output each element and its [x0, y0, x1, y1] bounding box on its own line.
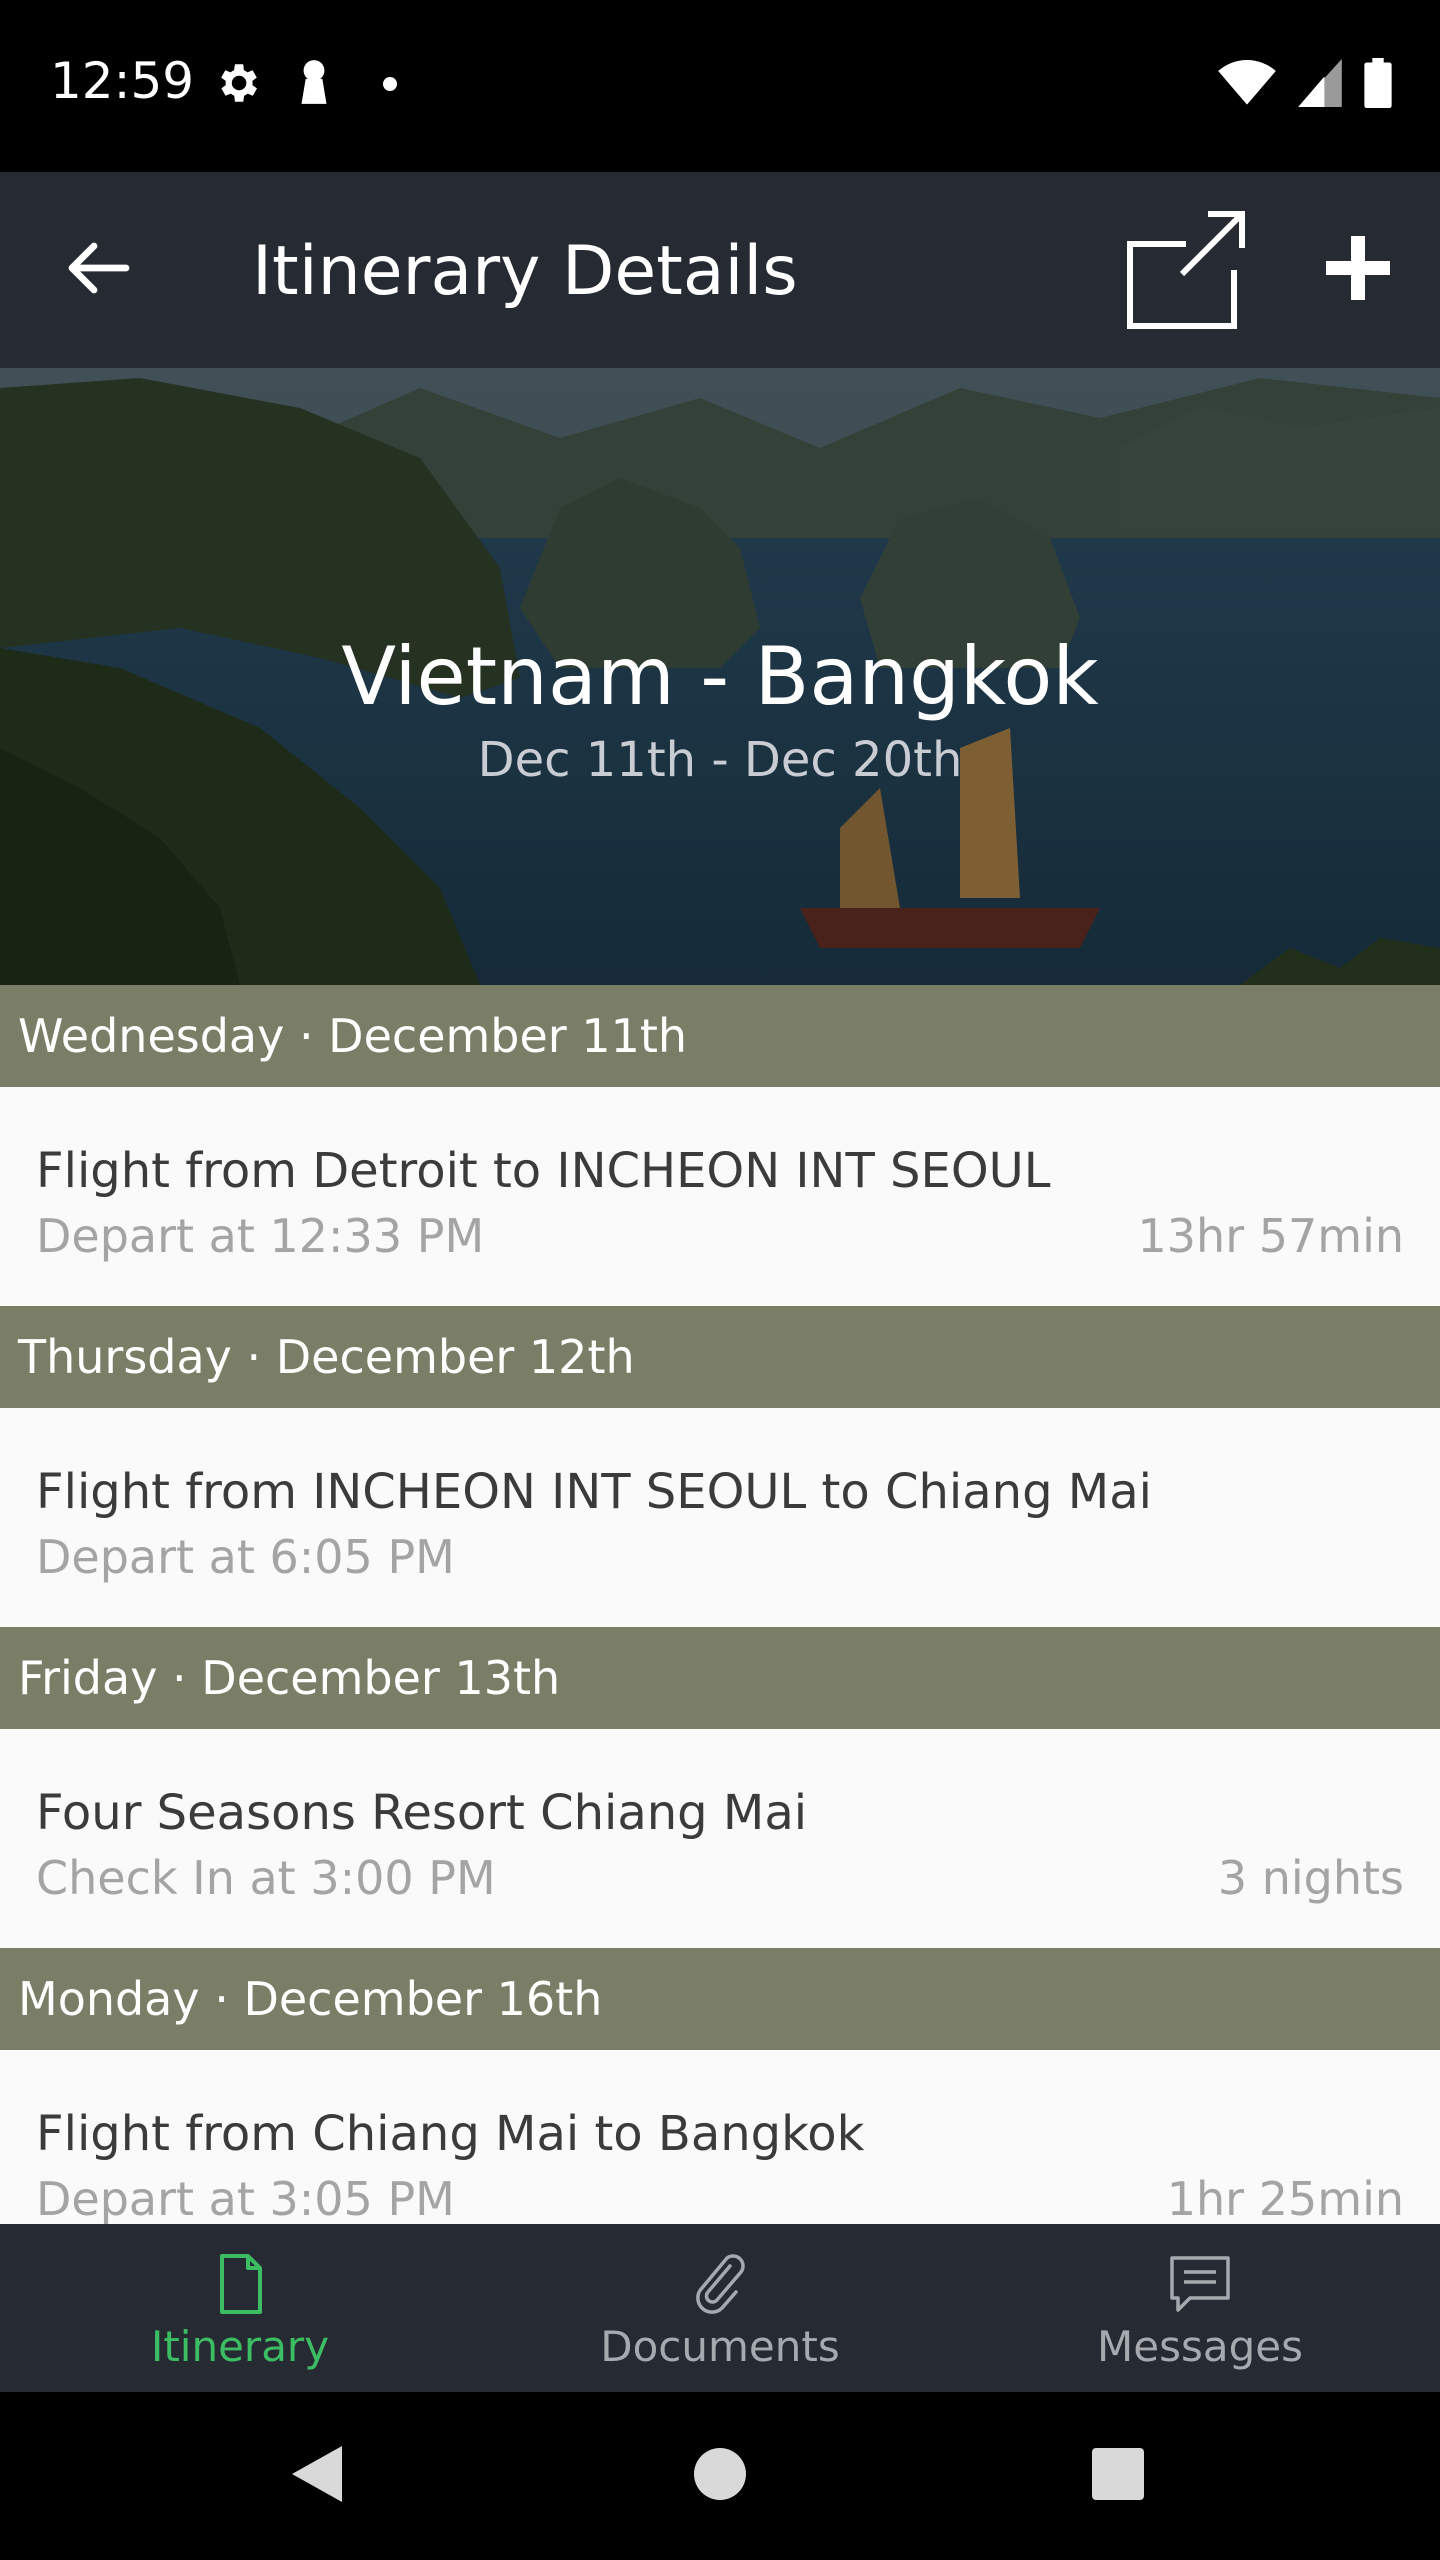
item-duration: 1hr 25min [1166, 2172, 1404, 2224]
gear-icon [212, 58, 262, 113]
item-subtitle: Depart at 3:05 PM [36, 2172, 455, 2224]
system-home-button[interactable] [680, 2436, 760, 2516]
item-subtitle: Depart at 6:05 PM [36, 1530, 455, 1584]
day-header: Friday · December 13th [0, 1627, 1440, 1729]
itinerary-list: Wednesday · December 11th Flight from De… [0, 985, 1440, 2224]
item-subtitle: Depart at 12:33 PM [36, 1209, 485, 1263]
tab-label: Messages [1097, 2322, 1303, 2371]
dot-icon [382, 76, 398, 97]
tab-label: Itinerary [150, 2322, 330, 2371]
itinerary-item[interactable]: Flight from Chiang Mai to Bangkok Depart… [0, 2050, 1440, 2224]
open-external-button[interactable] [1124, 208, 1248, 332]
trip-title: Vietnam - Bangkok [341, 630, 1099, 723]
circle-home-icon [692, 2446, 748, 2507]
item-duration: 13hr 57min [1137, 1209, 1405, 1263]
itinerary-item[interactable]: Flight from Detroit to INCHEON INT SEOUL… [0, 1087, 1440, 1306]
signal-icon [1298, 59, 1342, 112]
back-button[interactable] [50, 222, 146, 318]
item-title: Flight from INCHEON INT SEOUL to Chiang … [36, 1464, 1152, 1520]
square-recents-icon [1090, 2446, 1146, 2507]
item-duration: 3 nights [1217, 1851, 1404, 1905]
plus-icon [1322, 232, 1394, 309]
status-time: 12:59 [50, 52, 195, 110]
day-header: Monday · December 16th [0, 1948, 1440, 2050]
itinerary-item[interactable]: Four Seasons Resort Chiang Mai Check In … [0, 1729, 1440, 1948]
open-external-icon [1124, 211, 1248, 336]
item-title: Four Seasons Resort Chiang Mai [36, 1785, 808, 1841]
status-bar: 12:59 [0, 0, 1440, 172]
itinerary-item[interactable]: Flight from INCHEON INT SEOUL to Chiang … [0, 1408, 1440, 1627]
add-button[interactable] [1310, 212, 1406, 328]
tab-documents[interactable]: Documents [480, 2224, 960, 2392]
wifi-icon [1218, 59, 1276, 112]
trip-dates: Dec 11th - Dec 20th [477, 732, 963, 788]
day-header: Wednesday · December 11th [0, 985, 1440, 1087]
paperclip-icon [688, 2252, 752, 2316]
bottom-nav: Itinerary Documents Messages [0, 2224, 1440, 2392]
item-title: Flight from Detroit to INCHEON INT SEOUL [36, 1143, 1051, 1199]
keyhole-icon [294, 58, 334, 113]
tab-itinerary[interactable]: Itinerary [0, 2224, 480, 2392]
triangle-back-icon [286, 2442, 346, 2511]
document-icon [208, 2252, 272, 2316]
item-title: Flight from Chiang Mai to Bangkok [36, 2106, 865, 2162]
item-subtitle: Check In at 3:00 PM [36, 1851, 496, 1905]
battery-icon [1364, 58, 1392, 113]
arrow-left-icon [66, 240, 130, 301]
system-recents-button[interactable] [1078, 2436, 1158, 2516]
message-icon [1168, 2252, 1232, 2316]
tab-messages[interactable]: Messages [960, 2224, 1440, 2392]
system-nav-bar [0, 2392, 1440, 2560]
system-back-button[interactable] [276, 2436, 356, 2516]
tab-label: Documents [600, 2322, 840, 2371]
app-bar: Itinerary Details [0, 172, 1440, 368]
day-header: Thursday · December 12th [0, 1306, 1440, 1408]
trip-hero-banner: Vietnam - Bangkok Dec 11th - Dec 20th [0, 368, 1440, 985]
page-title: Itinerary Details [252, 232, 798, 311]
